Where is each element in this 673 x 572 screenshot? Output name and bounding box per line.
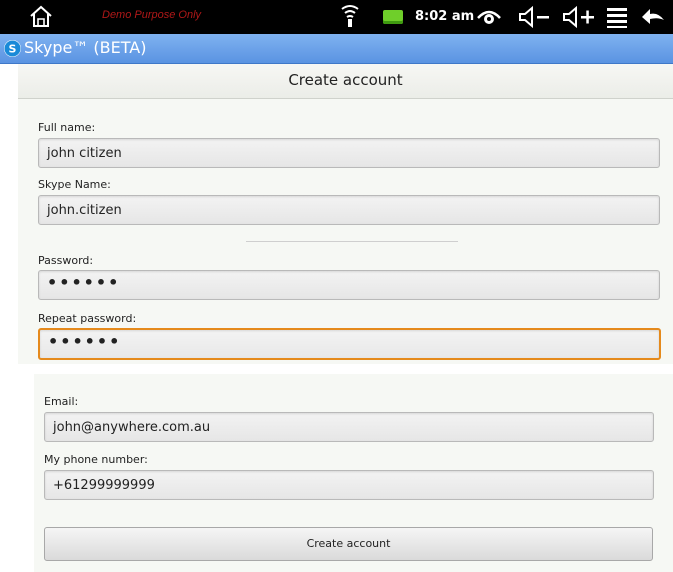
section-divider (246, 241, 458, 242)
contact-form: Email: john@anywhere.com.au My phone num… (34, 374, 673, 572)
clock-time: 8:02 am (415, 9, 475, 24)
skype-logo-icon: S (4, 40, 21, 57)
skype-name-label: Skype Name: (38, 178, 111, 191)
phone-label: My phone number: (44, 453, 148, 466)
svg-text:S: S (9, 43, 17, 56)
skype-name-input[interactable]: john.citizen (38, 195, 660, 225)
create-account-form: Create account Full name: john citizen S… (18, 64, 673, 364)
battery-icon (383, 10, 403, 24)
app-title: Skype™ (BETA) (24, 38, 147, 57)
phone-input[interactable]: +61299999999 (44, 470, 654, 500)
page-header: Create account (18, 64, 673, 99)
menu-icon[interactable] (604, 5, 630, 29)
app-title-bar: S Skype™ (BETA) (0, 34, 673, 64)
contact-section: Email: john@anywhere.com.au My phone num… (18, 364, 673, 572)
status-bar: Demo Purpose Only 8:02 am (0, 0, 673, 34)
repeat-password-label: Repeat password: (38, 312, 137, 325)
demo-watermark: Demo Purpose Only (102, 9, 202, 21)
page-title: Create account (288, 71, 403, 89)
email-input[interactable]: john@anywhere.com.au (44, 412, 654, 442)
wifi-icon (341, 5, 359, 27)
full-name-input[interactable]: john citizen (38, 138, 660, 168)
full-name-label: Full name: (38, 121, 96, 134)
repeat-password-input[interactable]: •••••• (38, 328, 661, 360)
eye-icon[interactable] (476, 6, 502, 28)
create-account-button[interactable]: Create account (44, 527, 653, 561)
password-label: Password: (38, 254, 94, 267)
email-label: Email: (44, 395, 79, 408)
home-icon[interactable] (28, 3, 54, 29)
volume-down-icon[interactable] (517, 5, 553, 29)
volume-up-icon[interactable] (561, 5, 597, 29)
password-input[interactable]: •••••• (38, 270, 660, 300)
back-icon[interactable] (640, 6, 666, 28)
